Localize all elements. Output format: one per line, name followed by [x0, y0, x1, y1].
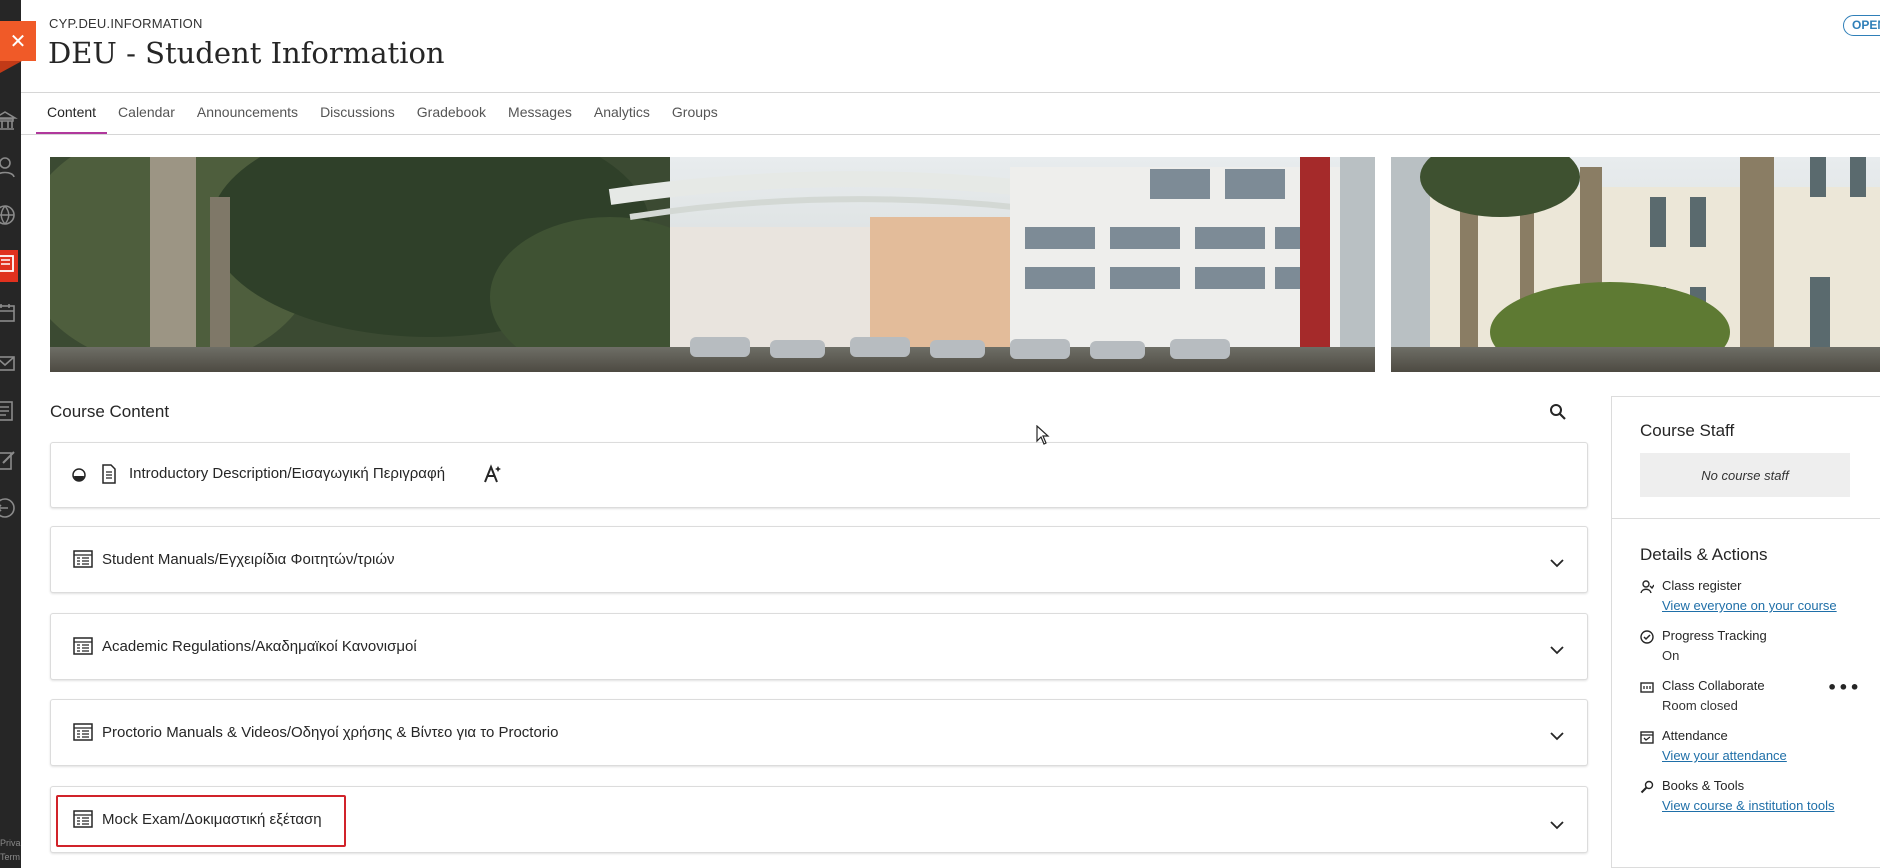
course-tabs: Content Calendar Announcements Discussio…	[36, 93, 729, 135]
chevron-down-icon[interactable]	[1549, 728, 1565, 744]
view-everyone-link[interactable]: View everyone on your course	[1662, 598, 1837, 613]
courses-icon[interactable]	[0, 250, 18, 282]
chevron-down-icon[interactable]	[1549, 642, 1565, 658]
no-course-staff-message: No course staff	[1640, 453, 1850, 497]
attendance-label: Attendance	[1662, 728, 1728, 743]
course-code: CYP.DEU.INFORMATION	[49, 16, 203, 31]
room-status: Room closed	[1662, 698, 1738, 713]
books-tools-label: Books & Tools	[1662, 778, 1745, 793]
edit-icon[interactable]	[0, 447, 18, 473]
panel-divider	[1612, 518, 1880, 519]
chevron-down-icon[interactable]	[1549, 817, 1565, 833]
collaborate-icon	[1640, 682, 1654, 693]
wrench-icon	[1640, 780, 1654, 794]
progress-tracking-status: On	[1662, 648, 1680, 663]
tab-messages[interactable]: Messages	[497, 93, 583, 135]
class-collaborate-label: Class Collaborate	[1662, 678, 1765, 693]
tab-analytics[interactable]: Analytics	[583, 93, 661, 135]
course-content-title: Course Content	[50, 402, 170, 421]
chevron-down-icon[interactable]	[1549, 555, 1565, 571]
document-icon	[102, 464, 116, 484]
content-item-title[interactable]: Proctorio Manuals & Videos/Οδηγοί χρήσης…	[102, 724, 558, 741]
global-nav-rail: Priva Term	[0, 0, 21, 868]
progress-check-icon	[1640, 630, 1654, 644]
course-details-panel: Course Staff No course staff Details & A…	[1611, 396, 1880, 868]
ai-design-assistant-icon[interactable]	[482, 464, 502, 484]
content-item-title[interactable]: Student Manuals/Εγχειρίδια Φοιτητών/τριώ…	[102, 551, 395, 568]
more-options-icon[interactable]: •••	[1827, 678, 1861, 697]
content-item-title[interactable]: Introductory Description/Εισαγωγική Περι…	[129, 465, 445, 482]
privacy-link[interactable]: Priva	[0, 836, 21, 850]
folder-icon	[73, 637, 93, 655]
tabs-divider	[21, 134, 1880, 135]
tab-content[interactable]: Content	[36, 93, 108, 135]
close-button-tail	[0, 61, 22, 73]
course-status-badge[interactable]: OPEN	[1843, 15, 1880, 36]
sign-out-icon[interactable]	[0, 495, 18, 521]
calendar-icon[interactable]	[0, 300, 18, 326]
tab-gradebook[interactable]: Gradebook	[406, 93, 497, 135]
content-item-title[interactable]: Academic Regulations/Ακαδημαϊκοί Κανονισ…	[102, 638, 417, 655]
course-staff-title: Course Staff	[1640, 421, 1735, 440]
grades-icon[interactable]	[0, 398, 18, 424]
content-item-introductory-description[interactable]: Introductory Description/Εισαγωγική Περι…	[50, 442, 1588, 508]
tab-groups[interactable]: Groups	[661, 93, 729, 135]
class-register-icon	[1640, 580, 1654, 594]
tab-discussions[interactable]: Discussions	[309, 93, 406, 135]
view-attendance-link[interactable]: View your attendance	[1662, 748, 1787, 763]
messages-icon[interactable]	[0, 350, 18, 376]
tab-calendar[interactable]: Calendar	[107, 93, 186, 135]
attendance-icon	[1640, 731, 1654, 744]
content-item-academic-regulations[interactable]: Academic Regulations/Ακαδημαϊκοί Κανονισ…	[50, 613, 1588, 680]
globe-icon[interactable]	[0, 202, 18, 228]
search-icon[interactable]	[1549, 403, 1567, 421]
view-tools-link[interactable]: View course & institution tools	[1662, 798, 1834, 813]
mouse-cursor-icon	[1036, 425, 1050, 445]
class-register-label: Class register	[1662, 578, 1742, 593]
tab-announcements[interactable]: Announcements	[186, 93, 309, 135]
folder-icon	[73, 723, 93, 741]
progress-tracking-label: Progress Tracking	[1662, 628, 1767, 643]
terms-link[interactable]: Term	[0, 850, 21, 864]
folder-icon	[73, 550, 93, 568]
institution-icon[interactable]	[0, 108, 18, 134]
content-item-proctorio-manuals[interactable]: Proctorio Manuals & Videos/Οδηγοί χρήσης…	[50, 699, 1588, 766]
page-title: DEU - Student Information	[48, 36, 445, 70]
details-actions-title: Details & Actions	[1640, 545, 1768, 564]
rail-footer-links: Priva Term	[0, 836, 21, 864]
close-button[interactable]: ✕	[0, 21, 36, 61]
course-banner-image	[50, 157, 1880, 372]
profile-icon[interactable]	[0, 154, 18, 180]
content-item-student-manuals[interactable]: Student Manuals/Εγχειρίδια Φοιτητών/τριώ…	[50, 526, 1588, 593]
visibility-status-icon	[72, 468, 86, 482]
close-icon: ✕	[9, 29, 27, 53]
highlight-box	[56, 795, 346, 847]
